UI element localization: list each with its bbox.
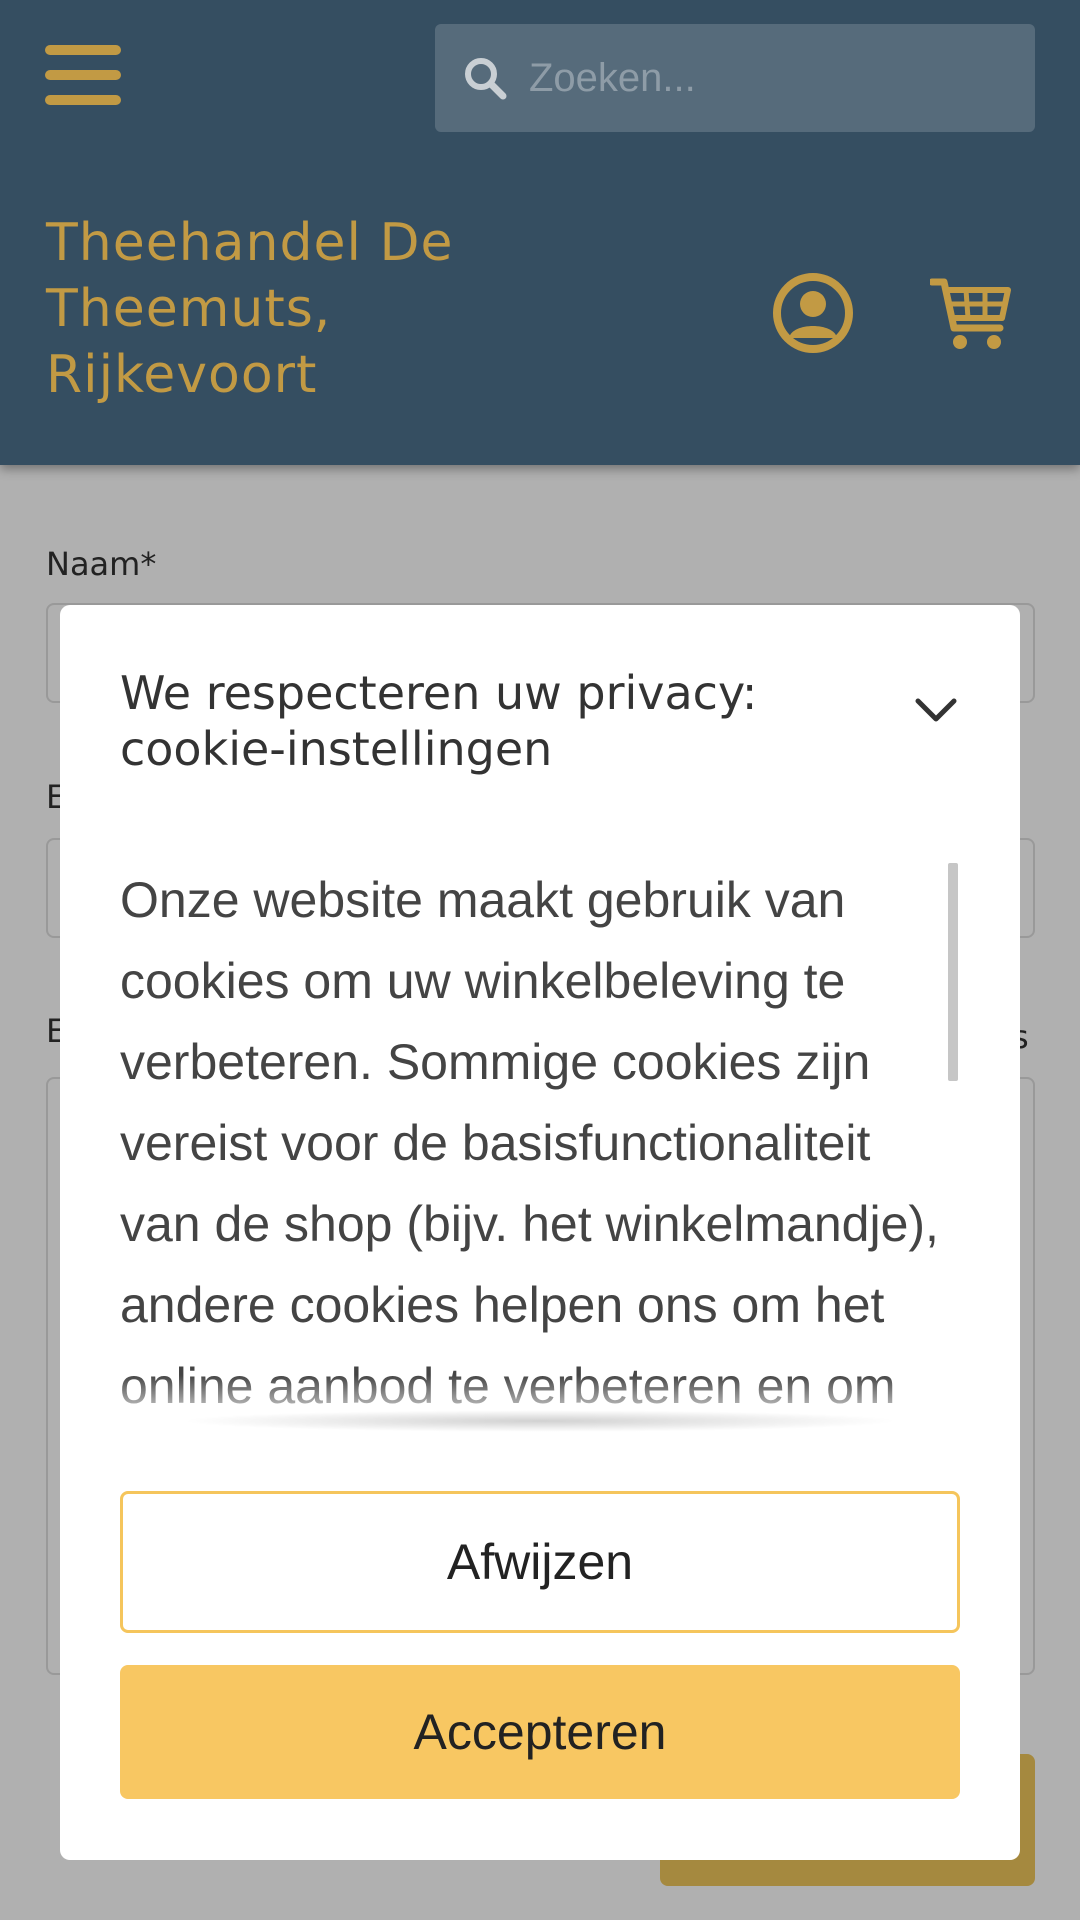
chevron-down-icon[interactable] [912,685,960,733]
shopping-cart-icon[interactable] [930,276,1012,352]
site-header: Theehandel De Theemuts, Rijkevoort [0,0,1080,465]
brand-name[interactable]: Theehandel De Theemuts, Rijkevoort [46,210,546,408]
search-icon [465,58,507,100]
accept-button[interactable]: Accepteren [120,1665,960,1799]
cookie-modal-body: Onze website maakt gebruik van cookies o… [120,872,939,1414]
reject-button[interactable]: Afwijzen [120,1491,960,1633]
cookie-modal-title: We respecteren uw privacy: cookie-instel… [120,666,758,776]
cookie-consent-modal: We respecteren uw privacy: cookie-instel… [60,605,1020,1860]
hamburger-menu-icon[interactable] [45,45,121,105]
body-fade-shadow [180,1410,900,1432]
search-input[interactable] [529,55,1009,101]
search-bar[interactable] [435,24,1035,132]
name-label: Naam* [46,545,157,583]
body-scrollbar[interactable] [948,863,958,1081]
user-circle-icon[interactable] [772,272,854,354]
